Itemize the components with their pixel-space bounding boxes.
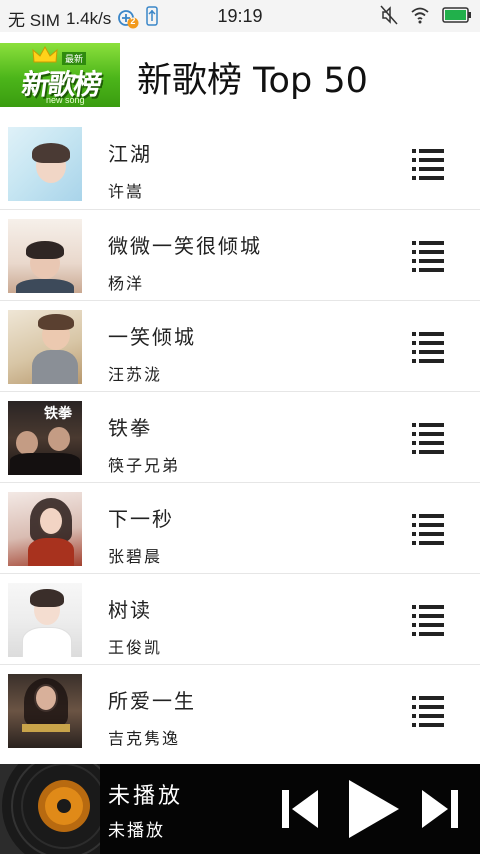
album-art — [8, 674, 82, 748]
song-title: 一笑倾城 — [108, 325, 196, 349]
song-artist: 张碧晨 — [108, 547, 163, 566]
album-art: 铁拳 — [8, 401, 82, 475]
song-row[interactable]: 下一秒 张碧晨 — [0, 482, 480, 573]
song-row[interactable]: 铁拳 铁拳 筷子兄弟 — [0, 391, 480, 482]
player-bar[interactable]: 未播放 未播放 — [0, 764, 480, 854]
album-art — [8, 127, 82, 201]
song-row[interactable]: 所爱一生 吉克隽逸 — [0, 664, 480, 755]
list-menu-icon[interactable] — [412, 147, 444, 181]
skip-previous-icon[interactable] — [280, 788, 320, 830]
album-art — [8, 492, 82, 566]
song-row[interactable]: 一笑倾城 汪苏泷 — [0, 300, 480, 391]
logo-subtext: new song — [46, 95, 85, 105]
chart-header: 最新 新歌榜 new song 新歌榜 Top 50 — [0, 32, 480, 117]
vinyl-disc-icon[interactable] — [0, 764, 100, 854]
song-artist: 筷子兄弟 — [108, 456, 181, 475]
album-art — [8, 583, 82, 657]
list-menu-icon[interactable] — [412, 421, 444, 455]
play-icon[interactable] — [345, 778, 401, 840]
status-bar: 无 SIM 1.4k/s 2 19:19 — [0, 0, 480, 32]
mute-icon — [380, 5, 398, 30]
album-art — [8, 219, 82, 293]
song-title: 树读 — [108, 598, 152, 622]
skip-next-icon[interactable] — [420, 788, 460, 830]
new-song-chart-logo: 最新 新歌榜 new song — [0, 43, 120, 107]
song-row[interactable]: 树读 王俊凯 — [0, 573, 480, 664]
song-artist: 汪苏泷 — [108, 365, 163, 384]
wifi-icon — [410, 6, 430, 29]
crown-icon — [32, 46, 58, 63]
album-art — [8, 310, 82, 384]
song-title: 江湖 — [108, 142, 152, 166]
song-title: 下一秒 — [108, 507, 174, 531]
list-menu-icon[interactable] — [412, 330, 444, 364]
song-row[interactable]: 微微一笑很倾城 杨洋 — [0, 209, 480, 300]
song-row[interactable]: 江湖 许嵩 — [0, 118, 480, 209]
song-artist: 杨洋 — [108, 274, 145, 293]
page-title: 新歌榜 Top 50 — [137, 61, 368, 101]
battery-icon — [442, 7, 472, 28]
song-artist: 许嵩 — [108, 182, 145, 201]
song-title: 微微一笑很倾城 — [108, 234, 262, 258]
now-playing-artist: 未播放 — [108, 821, 165, 841]
song-title: 铁拳 — [108, 416, 152, 440]
list-menu-icon[interactable] — [412, 512, 444, 546]
song-artist: 王俊凯 — [108, 638, 163, 657]
list-menu-icon[interactable] — [412, 603, 444, 637]
song-list: 江湖 许嵩 微微一笑很倾城 杨洋 一笑倾城 汪苏泷 铁拳 铁拳 筷子兄弟 下一秒… — [0, 118, 480, 755]
status-right — [380, 5, 472, 30]
song-artist: 吉克隽逸 — [108, 729, 181, 748]
now-playing-title: 未播放 — [108, 784, 184, 809]
song-title: 所爱一生 — [108, 689, 196, 713]
list-menu-icon[interactable] — [412, 239, 444, 273]
list-menu-icon[interactable] — [412, 694, 444, 728]
